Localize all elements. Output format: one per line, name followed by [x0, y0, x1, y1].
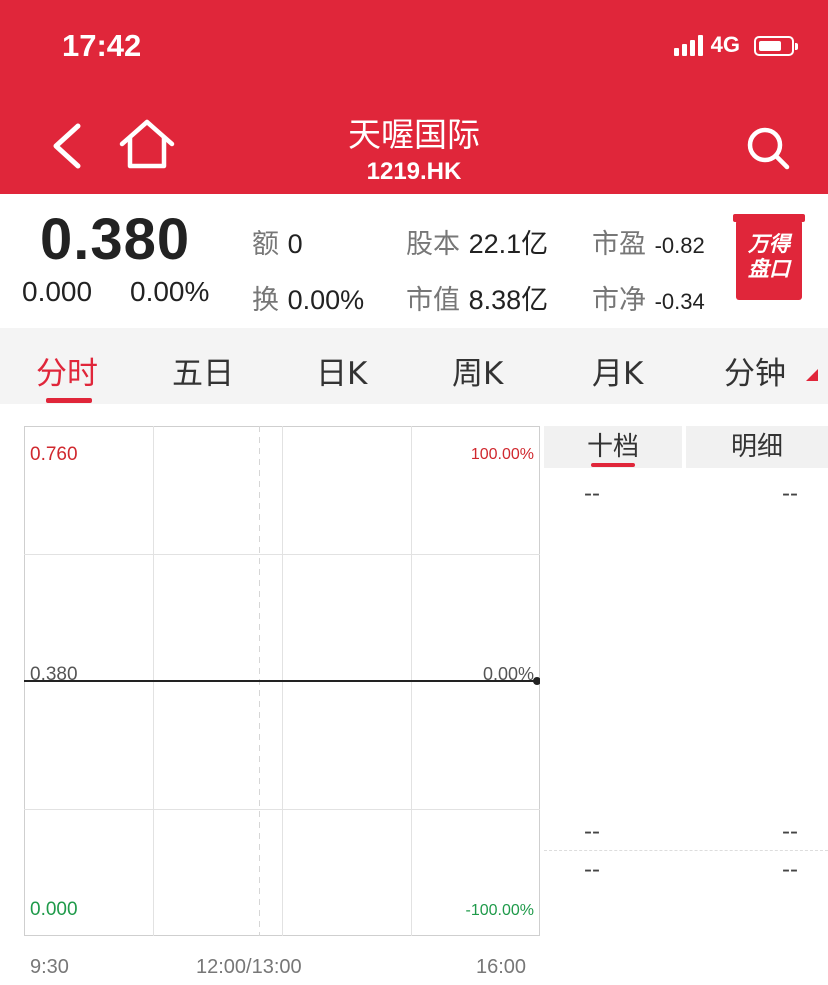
tab-weekly-k[interactable]: 周K — [452, 348, 503, 393]
last-price: 0.380 — [40, 207, 191, 272]
app-header: 17:42 4G 天喔国际 1219.HK — [0, 0, 828, 194]
order-book-tab-indicator — [591, 463, 635, 467]
order-book-divider — [544, 850, 828, 851]
badge-line2: 盘口 — [748, 257, 790, 281]
bid-volume-placeholder: -- — [782, 856, 798, 883]
x-label-open: 9:30 — [30, 956, 69, 978]
tab-order-book[interactable]: 十档 — [544, 426, 682, 468]
pe-stat: 市盈 -0.82 — [592, 222, 705, 261]
badge-line1: 万得 — [748, 232, 790, 256]
market-value-stat: 市值 8.38亿 — [406, 278, 548, 317]
price-change-pct: 0.00% — [130, 276, 210, 307]
y-right-mid-label: 0.00% — [482, 664, 534, 684]
amount-stat: 额 0 — [252, 222, 303, 261]
ask-price-placeholder: -- — [584, 480, 600, 507]
y-left-mid-label: 0.380 — [30, 664, 78, 685]
y-left-bottom-label: 0.000 — [30, 899, 78, 920]
intraday-chart[interactable] — [24, 426, 540, 936]
x-label-close: 16:00 — [476, 956, 527, 978]
share-capital-stat: 股本 22.1亿 — [406, 222, 548, 261]
ask-price-placeholder-lower: -- — [584, 818, 600, 845]
tab-five-day[interactable]: 五日 — [172, 348, 234, 393]
pe-value: -0.82 — [654, 233, 705, 258]
x-label-lunch: 12:00/13:00 — [196, 956, 302, 978]
ask-volume-placeholder: -- — [782, 480, 798, 507]
ask-volume-placeholder-lower: -- — [782, 818, 798, 845]
chart-tabs — [0, 328, 828, 404]
status-time: 17:42 — [62, 28, 142, 63]
tab-daily-k[interactable]: 日K — [316, 348, 367, 393]
stock-name: 天喔国际 — [348, 115, 480, 154]
wind-level2-badge[interactable]: 万得 盘口 — [733, 214, 805, 300]
pb-label: 市净 — [592, 285, 646, 316]
search-icon[interactable] — [744, 124, 792, 172]
y-right-bottom-label: -100.00% — [465, 902, 535, 919]
y-left-top-label: 0.760 — [30, 444, 78, 465]
signal-icon — [673, 34, 703, 56]
amount-value: 0 — [287, 229, 303, 259]
active-tab-indicator — [46, 398, 92, 403]
turnover-label: 换 — [252, 285, 279, 316]
tab-intraday[interactable]: 分时 — [36, 348, 98, 393]
market-value-value: 8.38亿 — [468, 285, 549, 315]
price-change: 0.000 — [22, 276, 93, 307]
pb-value: -0.34 — [654, 289, 705, 314]
y-right-top-label: 100.00% — [470, 446, 534, 463]
pe-label: 市盈 — [592, 229, 646, 260]
pb-stat: 市净 -0.34 — [592, 278, 705, 317]
amount-label: 额 — [252, 229, 279, 260]
market-value-label: 市值 — [406, 285, 460, 316]
turnover-stat: 换 0.00% — [252, 278, 364, 317]
battery-icon — [754, 36, 798, 56]
tab-trade-detail[interactable]: 明细 — [686, 426, 828, 468]
stock-code: 1219.HK — [366, 158, 462, 185]
status-indicators: 4G — [673, 32, 798, 57]
turnover-value: 0.00% — [287, 285, 365, 315]
share-capital-label: 股本 — [406, 229, 460, 260]
network-type: 4G — [710, 32, 740, 57]
dropdown-indicator-icon — [806, 369, 818, 381]
share-capital-value: 22.1亿 — [468, 229, 549, 259]
tab-monthly-k[interactable]: 月K — [592, 348, 643, 393]
bid-price-placeholder: -- — [584, 856, 600, 883]
badge-box: 万得 盘口 — [736, 220, 802, 300]
tab-minute[interactable]: 分钟 — [724, 348, 786, 393]
